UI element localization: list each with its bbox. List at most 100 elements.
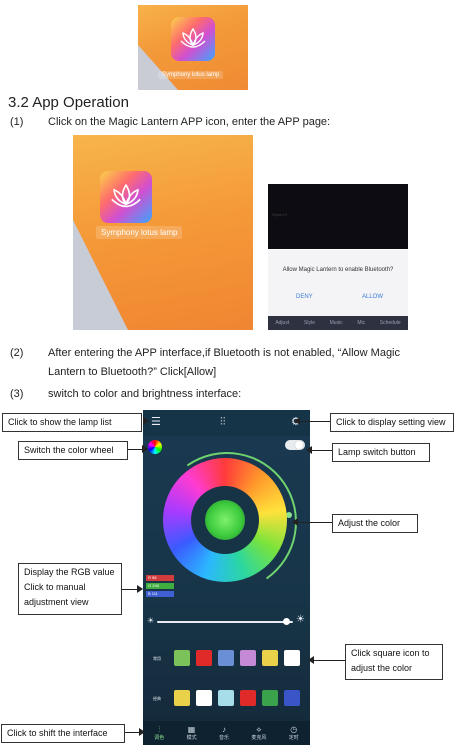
callout-shift-interface: Click to shift the interface — [1, 724, 125, 743]
tab-adjust[interactable]: Adjust — [275, 320, 289, 326]
b-value: 111 — [151, 591, 158, 596]
row-label-classic: 经典 — [153, 696, 161, 701]
rgb-b-value[interactable]: B 111 — [146, 591, 174, 597]
brightness-low-icon: ☀ — [147, 616, 155, 625]
tab-color[interactable]: ⫶ 调色 — [154, 725, 164, 741]
step-1-number: (1) — [10, 116, 24, 128]
callout-rgb: Display the RGB value Click to manual ad… — [18, 563, 122, 615]
step-3-text: switch to color and brightness interface… — [48, 388, 242, 400]
rgb-r-value[interactable]: R 58 — [146, 575, 174, 581]
timer-tab-icon: ◷ — [290, 725, 298, 734]
g-value: 240 — [152, 583, 159, 588]
lotus-icon — [180, 27, 206, 48]
tab-mode[interactable]: ▦ 模式 — [187, 725, 197, 741]
lamp-list-icon[interactable]: ☰ — [151, 417, 161, 428]
step-2: (2) After entering the APP interface,if B… — [10, 345, 400, 361]
tab-style[interactable]: Style — [304, 320, 315, 326]
lotus-icon — [111, 183, 141, 208]
connector-line — [125, 732, 139, 733]
bluetooth-permission-dialog: Allow Magic Lantern to enable Bluetooth?… — [268, 250, 408, 316]
step-1-text: Click on the Magic Lantern APP icon, ent… — [48, 116, 331, 128]
tab-label: 模式 — [186, 735, 197, 741]
callout-rgb-line1: Display the RGB value — [24, 567, 115, 577]
music-tab-icon: ♪ — [221, 725, 226, 734]
callout-setting-view: Click to display setting view — [330, 413, 454, 432]
deny-button[interactable]: DENY — [296, 294, 313, 300]
dialog-message: Allow Magic Lantern to enable Bluetooth? — [282, 267, 394, 273]
step-3: (3) switch to color and brightness interf… — [10, 386, 241, 402]
callout-lamp-switch: Lamp switch button — [332, 443, 430, 462]
tab-label: 音乐 — [218, 735, 229, 741]
color-swatch[interactable] — [240, 650, 256, 666]
arrow — [292, 518, 298, 526]
connector-line — [128, 449, 142, 450]
color-swatch[interactable] — [284, 650, 300, 666]
r-label: R — [148, 575, 151, 580]
microphone-tab-icon: ⟡ — [256, 725, 262, 734]
color-swatch[interactable] — [218, 690, 234, 706]
row-label-common: 常用 — [153, 656, 161, 661]
step-2-text-line2: Lantern to Bluetooth?” Click[Allow] — [48, 366, 217, 378]
tab-label: 定时 — [288, 735, 299, 741]
g-label: G — [148, 583, 152, 588]
tab-music[interactable]: Music — [330, 320, 343, 326]
rgb-g-value[interactable]: G 240 — [146, 583, 174, 589]
arrow — [142, 445, 148, 453]
lotus-app-icon[interactable] — [100, 171, 152, 223]
step-2-continued: Lantern to Bluetooth?” Click[Allow] — [48, 364, 216, 380]
app-label: Symphony lotus lamp — [96, 226, 183, 239]
brightness-slider[interactable] — [157, 618, 293, 625]
callout-square-icon: Click square icon to adjust the color — [345, 644, 443, 680]
tab-schedule[interactable]: Schedule — [380, 320, 401, 326]
color-swatch[interactable] — [196, 690, 212, 706]
b-label: B — [148, 591, 151, 596]
color-swatch[interactable] — [174, 650, 190, 666]
connector-line — [314, 660, 345, 661]
color-swatch[interactable] — [262, 690, 278, 706]
tab-label: 调色 — [154, 735, 165, 741]
callout-lamp-list: Click to show the lamp list — [2, 413, 142, 432]
slider-handle[interactable] — [283, 618, 290, 625]
tab-timer[interactable]: ◷ 定时 — [289, 725, 299, 741]
tab-mic[interactable]: Mic — [357, 320, 365, 326]
app-color-interface-screenshot: ☰ ⫶⫶ ⚙ R 58 G 240 B 111 ☀ ☀ 常用 经典 ⫶ 调色 ▦ 模… — [143, 410, 310, 745]
arrow — [308, 656, 314, 664]
section-title: 3.2 App Operation — [8, 94, 129, 111]
color-swatch[interactable] — [174, 690, 190, 706]
arrow — [143, 417, 149, 425]
step-3-number: (3) — [10, 388, 24, 400]
tab-microphone[interactable]: ⟡ 麦克风 — [251, 725, 266, 741]
connector-line — [298, 421, 330, 422]
arrow — [137, 585, 143, 593]
r-value: 58 — [152, 575, 157, 580]
app-top-bar — [143, 410, 310, 436]
callout-color-wheel: Switch the color wheel — [18, 441, 128, 460]
color-swatch[interactable] — [240, 690, 256, 706]
equalizer-icon: ⫶⫶ — [220, 416, 226, 428]
callout-rgb-line3: adjustment view — [24, 597, 89, 607]
color-swatch[interactable] — [284, 690, 300, 706]
connector-line — [298, 522, 332, 523]
color-wheel[interactable] — [163, 458, 287, 582]
arrow — [139, 728, 145, 736]
color-swatch[interactable] — [196, 650, 212, 666]
step-2-number: (2) — [10, 347, 24, 359]
color-swatch[interactable] — [218, 650, 234, 666]
color-swatch[interactable] — [262, 650, 278, 666]
lamp-power-toggle[interactable] — [285, 440, 305, 450]
bottom-tab-bar: ⫶ 调色 ▦ 模式 ♪ 音乐 ⟡ 麦克风 ◷ 定时 — [143, 721, 310, 745]
tab-label: 麦克风 — [251, 735, 267, 741]
callout-square-line1: Click square icon to — [351, 648, 430, 658]
callout-rgb-line2: Click to manual — [24, 582, 86, 592]
app-dark-screen: Speed 0 — [268, 184, 408, 249]
color-tab-icon: ⫶ — [158, 725, 161, 734]
lotus-app-icon[interactable] — [171, 17, 215, 61]
color-wheel-switch-icon[interactable] — [148, 440, 162, 454]
tab-music[interactable]: ♪ 音乐 — [219, 725, 229, 741]
allow-button[interactable]: ALLOW — [362, 294, 383, 300]
screen-sub-text: Speed 0 — [272, 212, 287, 217]
connector-line — [312, 450, 332, 451]
app-label: Symphony lotus lamp — [158, 71, 224, 79]
step-2-text-line1: After entering the APP interface,if Blue… — [48, 347, 400, 359]
selected-color-preview — [205, 500, 245, 540]
